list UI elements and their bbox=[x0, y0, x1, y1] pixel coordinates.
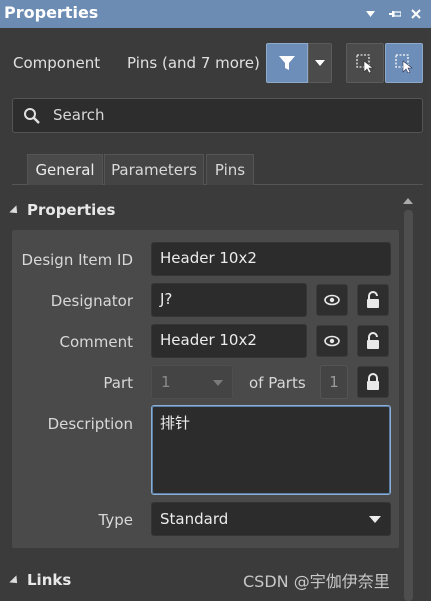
properties-section-title: Properties bbox=[27, 201, 116, 219]
tab-parameters[interactable]: Parameters bbox=[104, 154, 204, 185]
tab-pins[interactable]: Pins bbox=[206, 154, 254, 185]
eye-icon bbox=[324, 294, 340, 306]
filter-icon bbox=[279, 56, 295, 70]
unlock-icon bbox=[367, 332, 379, 349]
unlock-icon bbox=[367, 291, 379, 308]
comment-lock-button[interactable] bbox=[357, 325, 389, 357]
part-label: Part bbox=[103, 374, 133, 392]
part-select-value: 1 bbox=[161, 373, 171, 391]
design-item-id-field[interactable]: Header 10x2 bbox=[151, 242, 391, 276]
tab-general[interactable]: General bbox=[27, 154, 103, 185]
properties-section-header[interactable]: Properties bbox=[9, 201, 116, 219]
designator-lock-button[interactable] bbox=[357, 284, 389, 316]
scrollbar[interactable] bbox=[404, 210, 413, 601]
chevron-down-icon bbox=[315, 60, 325, 66]
search-placeholder: Search bbox=[53, 106, 105, 124]
filter-dropdown-button[interactable] bbox=[308, 43, 332, 83]
scroll-up-arrow[interactable] bbox=[403, 198, 413, 204]
select-in-area-button[interactable] bbox=[346, 43, 384, 83]
pins-selection-label: Pins (and 7 more) bbox=[127, 54, 260, 72]
links-section-header[interactable]: Links bbox=[9, 571, 72, 589]
panel-title: Properties bbox=[4, 3, 99, 22]
chevron-down-icon bbox=[369, 516, 381, 523]
watermark-text: CSDN @宇伽伊奈里 bbox=[243, 572, 390, 591]
pin-icon[interactable] bbox=[384, 0, 406, 28]
menu-dropdown-icon[interactable] bbox=[359, 0, 381, 28]
component-label: Component bbox=[13, 54, 101, 72]
description-label: Description bbox=[47, 415, 133, 433]
select-object-icon bbox=[395, 54, 413, 73]
designator-visibility-button[interactable] bbox=[316, 284, 348, 316]
comment-visibility-button[interactable] bbox=[316, 325, 348, 357]
close-icon[interactable] bbox=[405, 0, 427, 28]
type-label: Type bbox=[98, 511, 133, 529]
links-section-title: Links bbox=[27, 571, 72, 589]
designator-field[interactable]: J? bbox=[151, 283, 307, 317]
collapse-triangle-icon bbox=[9, 204, 21, 217]
collapse-triangle-icon bbox=[9, 574, 21, 587]
select-object-button[interactable] bbox=[385, 43, 423, 83]
panel-titlebar: Properties bbox=[0, 0, 431, 28]
design-item-id-label: Design Item ID bbox=[21, 251, 133, 269]
search-icon bbox=[24, 108, 40, 124]
comment-label: Comment bbox=[59, 333, 134, 351]
of-parts-label: of Parts bbox=[249, 374, 306, 392]
description-textarea[interactable]: 排针 bbox=[151, 405, 391, 495]
filter-button[interactable] bbox=[266, 43, 308, 83]
eye-icon bbox=[324, 335, 340, 347]
select-area-icon bbox=[356, 54, 374, 73]
type-select[interactable]: Standard bbox=[151, 502, 391, 536]
chevron-down-icon bbox=[213, 380, 223, 386]
part-select[interactable]: 1 bbox=[151, 365, 233, 399]
search-input[interactable]: Search bbox=[12, 98, 423, 133]
comment-field[interactable]: Header 10x2 bbox=[151, 324, 307, 358]
part-lock-button[interactable] bbox=[357, 366, 389, 398]
type-select-value: Standard bbox=[160, 510, 229, 528]
designator-label: Designator bbox=[50, 292, 133, 310]
of-parts-value: 1 bbox=[320, 365, 348, 399]
lock-icon bbox=[367, 373, 379, 390]
